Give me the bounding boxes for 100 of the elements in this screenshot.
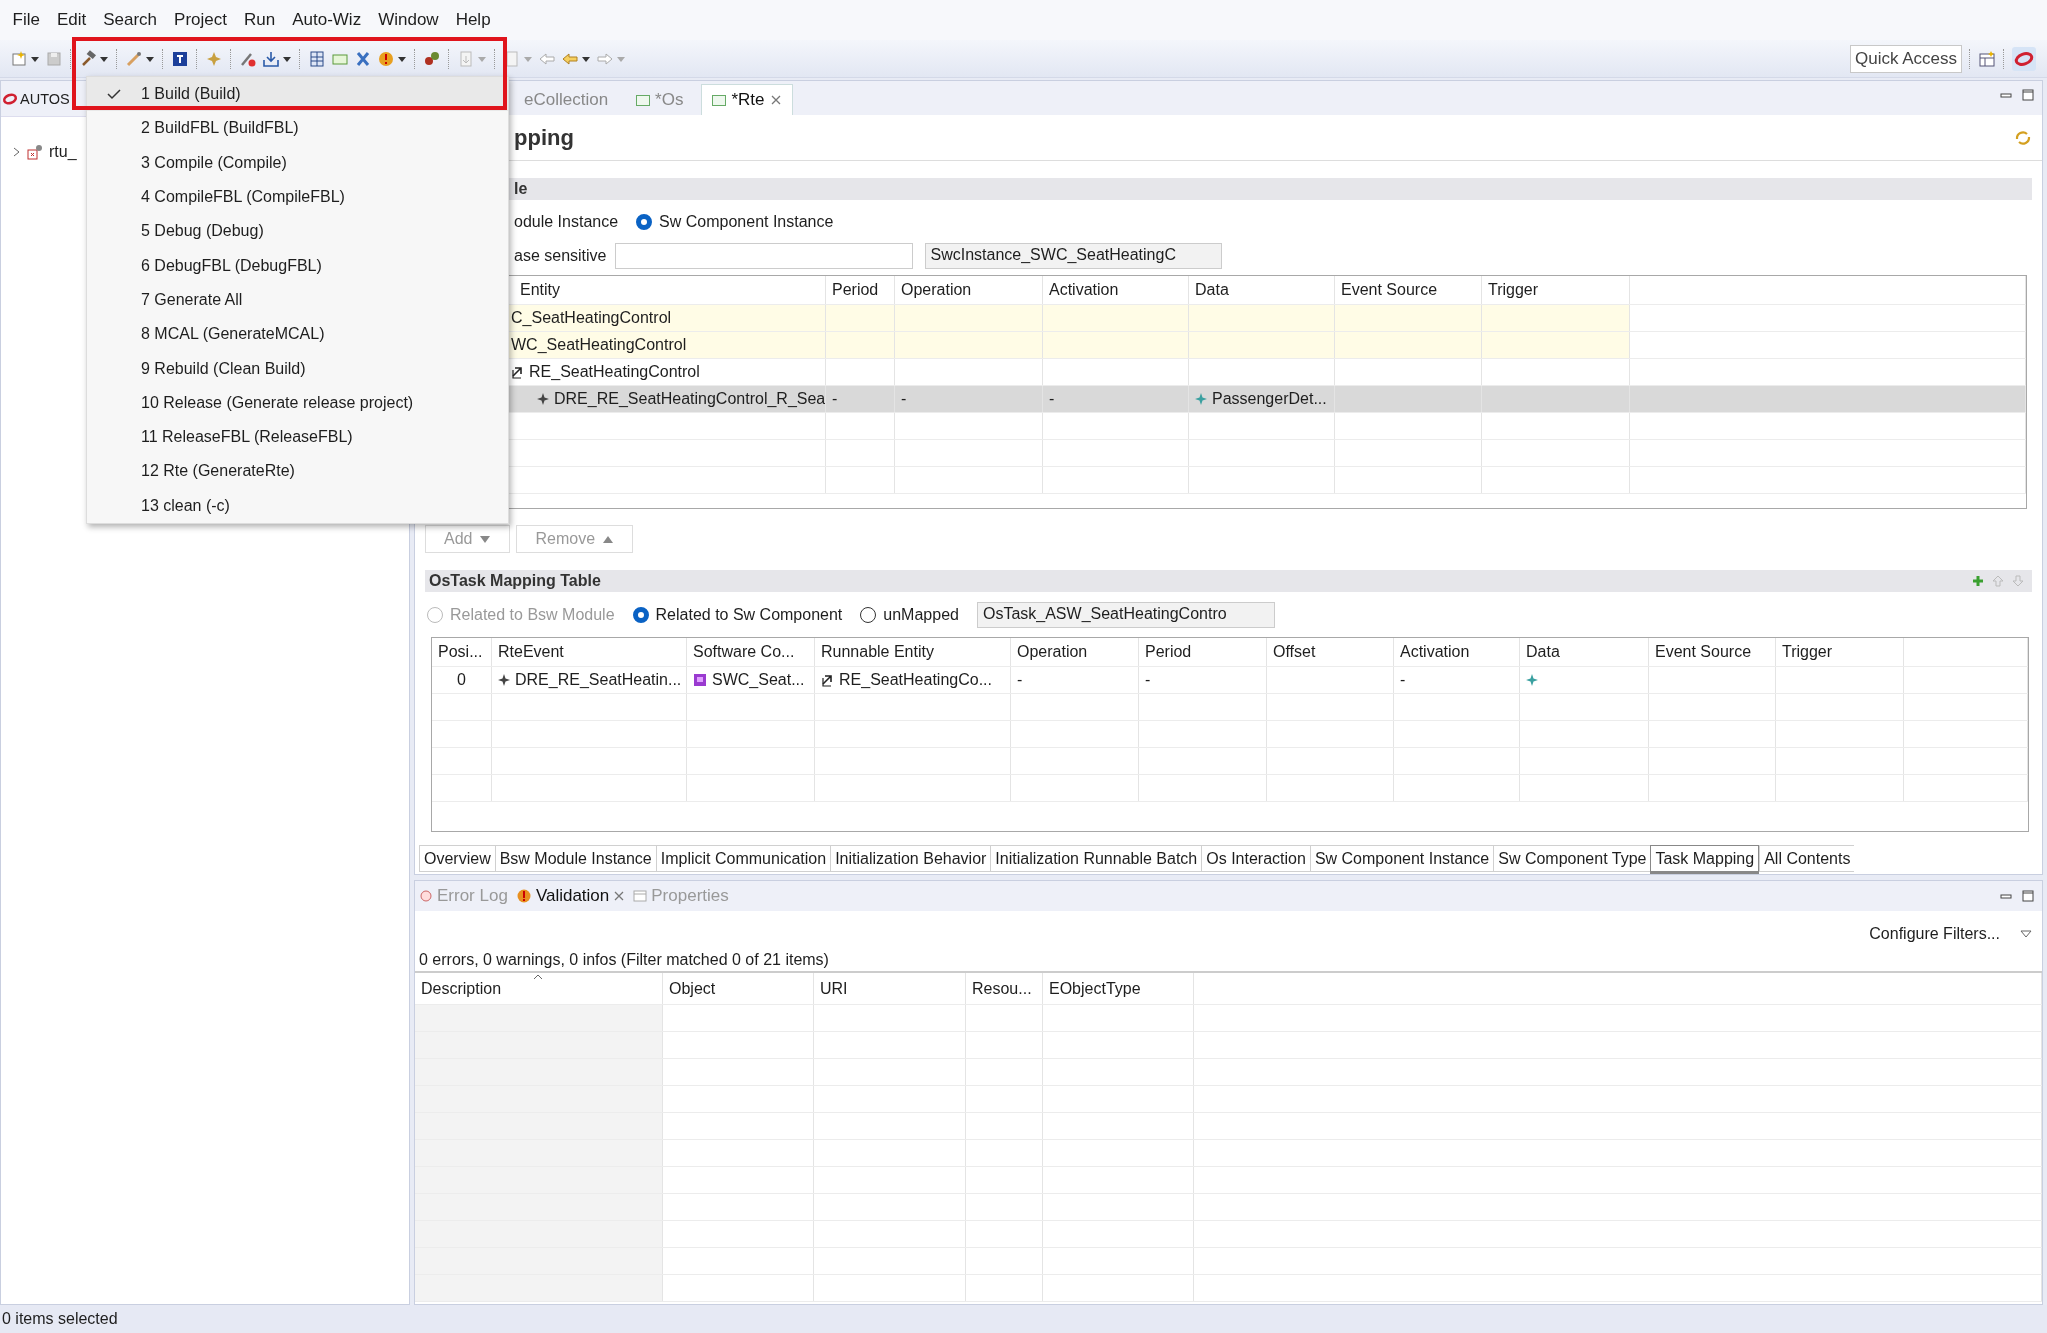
runnable-icon [821,673,834,687]
column-header[interactable]: Event Source [1655,643,1752,661]
add-icon[interactable] [1972,575,1984,587]
radio-button[interactable] [632,607,649,623]
column-header[interactable]: Trigger [1488,281,1539,299]
event-icon [537,393,549,405]
column-header[interactable]: Runnable Entity [821,643,934,661]
maximize-icon[interactable] [2022,890,2034,902]
table-cell: SWC_Seat... [712,671,805,689]
column-header[interactable]: Trigger [1782,643,1833,661]
column-header[interactable]: URI [820,979,848,998]
column-header[interactable]: Object [669,979,716,998]
column-header[interactable]: Event Source [1341,281,1438,299]
close-icon[interactable] [613,890,626,902]
filter-field[interactable] [614,243,913,269]
radio-button[interactable] [636,214,653,230]
table-cell: - [1400,671,1406,689]
page-tab[interactable]: Implicit Communication [655,845,831,872]
table-cell: - [901,390,907,408]
field-label: ase sensitive [514,247,607,265]
menu-item[interactable]: 13 clean (-c) [87,488,508,523]
page-tab[interactable]: Sw Component Instance [1309,845,1494,872]
table-icon[interactable] [308,49,326,68]
menu-item[interactable]: 12 Rte (GenerateRte) [87,454,508,489]
ring-icon [2,90,18,107]
configure-filters-link[interactable]: Configure Filters... [1869,925,2000,943]
instance-field[interactable]: SwcInstance_SWC_SeatHeatingC [924,243,1222,269]
column-header[interactable]: Posi... [438,643,483,661]
table-row[interactable]: WC_SeatHeatingControl [426,332,2026,359]
column-header[interactable]: Entity [520,281,560,299]
column-header[interactable]: RteEvent [498,643,564,661]
page-tab[interactable]: Initialization Runnable Batch [990,845,1202,872]
radio-button[interactable] [860,607,877,623]
column-header[interactable]: Description [421,979,502,998]
tree-item[interactable]: rtu_ [49,143,77,161]
page-tab[interactable]: Os Interaction [1201,845,1310,872]
page-tab[interactable]: Sw Component Type [1493,845,1651,872]
caret-up-icon [602,534,615,544]
section-title: OsTask Mapping Table [429,572,601,590]
maximize-icon[interactable] [2022,89,2034,101]
column-header[interactable]: Data [1526,643,1560,661]
sync-icon[interactable] [2014,128,2032,147]
column-header[interactable]: Data [1195,281,1229,299]
view-menu-icon[interactable] [2020,929,2032,939]
task-field[interactable]: OsTask_ASW_SeatHeatingContro [976,602,1275,628]
cross-tool-icon[interactable] [354,49,372,68]
menu-item[interactable]: 3 Compile (Compile) [87,145,508,180]
menu-item[interactable]: File [4,10,49,30]
section-title: le [514,180,528,198]
menu-item[interactable]: 5 Debug (Debug) [87,214,508,249]
menu-item[interactable]: Search [94,10,166,30]
column-header[interactable]: Activation [1049,281,1119,299]
import-icon[interactable] [262,49,280,68]
quick-access-field[interactable]: Quick Access [1849,44,1962,73]
menu-item[interactable]: 4 CompileFBL (CompileFBL) [87,179,508,215]
page-tab[interactable]: Initialization Behavior [830,845,991,872]
perspective-icon[interactable] [1978,49,1996,68]
close-icon[interactable] [769,94,782,106]
menu-item[interactable]: 6 DebugFBL (DebugFBL) [87,248,508,283]
table-row[interactable]: 0 DRE_RE_SeatHeatin... SWC_Seat... RE_SeatHeatingCo... - - - [432,667,2028,694]
column-header[interactable]: Offset [1273,643,1316,661]
menu-item[interactable]: Help [447,10,500,30]
table-cell: WC_SeatHeatingControl [511,336,687,354]
column-header[interactable]: Operation [901,281,972,299]
column-header[interactable]: Activation [1400,643,1470,661]
column-header[interactable]: Period [1145,643,1192,661]
page-tab[interactable]: Overview [419,845,495,872]
warning-icon[interactable] [377,49,395,68]
project-icon [27,144,43,160]
page-tab[interactable]: Bsw Module Instance [494,845,656,872]
gears-icon[interactable] [423,49,441,68]
table-cell: - [1049,390,1055,408]
runnable-icon [511,365,524,379]
table-cell: - [1017,671,1023,689]
column-header[interactable]: Software Co... [693,643,795,661]
column-header[interactable]: Period [832,281,879,299]
menu-item[interactable]: Edit [48,10,95,30]
page-tab[interactable]: All Contents [1759,845,1855,872]
terminal-icon[interactable] [171,49,189,68]
editor-tab[interactable]: *Rte [701,84,793,115]
menu-item[interactable]: Run [235,10,284,30]
view-tab[interactable]: Validation [515,886,626,906]
page-tab[interactable]: Task Mapping [1650,845,1760,872]
view-tab[interactable]: AUTOS [20,90,70,107]
column-header[interactable]: Resou... [972,979,1032,998]
column-header[interactable]: Operation [1017,643,1088,661]
ring-icon[interactable] [2012,46,2036,71]
page-title: pping [514,124,574,151]
menu-item[interactable]: 11 ReleaseFBL (ReleaseFBL) [87,419,508,455]
menu-item[interactable]: Project [165,10,236,30]
warning-icon [515,888,532,904]
menu-item[interactable]: Window [369,10,448,30]
radio-label: Sw Component Instance [659,213,834,231]
data-element-icon [1526,674,1538,686]
expand-icon[interactable] [11,147,21,157]
menu-item[interactable]: Auto-Wiz [283,10,370,30]
column-header[interactable]: EObjectType [1049,979,1141,998]
properties-icon [633,889,648,903]
radio-label: Related to Sw Component [655,606,843,624]
menu-item[interactable]: 2 BuildFBL (BuildFBL) [87,111,508,146]
